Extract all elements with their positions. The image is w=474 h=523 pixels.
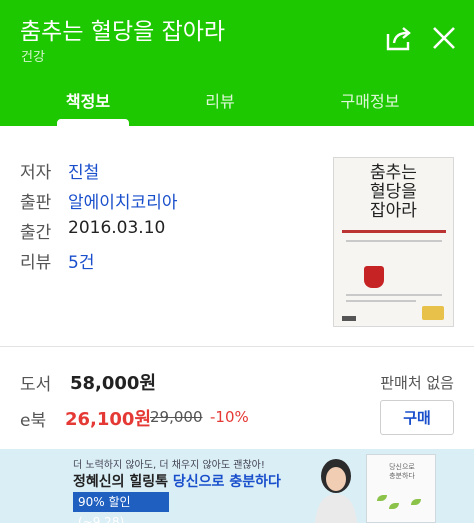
active-tab-indicator [57, 119, 129, 126]
author-link[interactable]: 진철 [68, 158, 99, 183]
banner-discount-badge: 90% 할인(~9.28) [73, 492, 169, 523]
banner-tagline: 더 노력하지 않아도, 더 채우지 않아도 괜찮아! [73, 460, 265, 471]
ebook-discount: -10% [210, 408, 249, 426]
cover-text-line [346, 300, 416, 302]
close-icon[interactable] [428, 22, 460, 54]
buy-button[interactable]: 구매 [380, 400, 454, 435]
leaf-decoration [411, 499, 421, 505]
top-bar: 춤추는 혈당을 잡아라 건강 책정보 리뷰 구매정보 [0, 0, 474, 126]
promo-book-cover: 당신으로 충분하다 [366, 454, 436, 523]
cover-text-line [346, 294, 442, 296]
ebook-price: 26,100원 [65, 409, 152, 430]
review-count-link[interactable]: 5건 [68, 248, 94, 273]
share-icon[interactable] [383, 22, 415, 54]
print-price: 58,000원 [70, 373, 157, 394]
author-photo [315, 459, 357, 523]
promo-book-cover-art: 당신으로 충분하다 [389, 463, 415, 480]
banner-headline-part1: 정혜신의 힐링톡 [73, 474, 173, 490]
banner-headline: 정혜신의 힐링톡 당신으로 충분하다 [73, 471, 281, 491]
category-label: 건강 [21, 50, 45, 65]
section-divider [0, 346, 474, 347]
tab-review[interactable]: 리뷰 [160, 88, 280, 112]
publisher-link[interactable]: 알에이치코리아 [68, 188, 177, 213]
publish-date: 2016.03.10 [68, 218, 166, 238]
book-cover[interactable]: 춤추는 혈당을 잡아라 [333, 157, 454, 327]
print-price-label: 도서 [20, 375, 52, 395]
cover-publisher-mark [342, 316, 356, 321]
page-title: 춤추는 혈당을 잡아라 [20, 19, 226, 45]
promo-banner[interactable]: 더 노력하지 않아도, 더 채우지 않아도 괜찮아! 정혜신의 힐링톡 당신으로… [0, 449, 474, 523]
ebook-price-label: e북 [20, 411, 47, 431]
leaf-decoration [377, 495, 387, 501]
cover-subtitle-bar [342, 230, 446, 233]
ebook-original-price: 29,000 [150, 408, 203, 426]
leaf-decoration [389, 503, 399, 509]
tab-book-info[interactable]: 책정보 [28, 88, 148, 112]
cover-badge [422, 306, 444, 320]
no-seller-text: 판매처 없음 [380, 374, 454, 392]
cover-title: 춤추는 혈당을 잡아라 [370, 163, 417, 221]
banner-headline-part2: 당신으로 충분하다 [172, 474, 281, 490]
tab-purchase-info[interactable]: 구매정보 [310, 88, 430, 112]
cover-cup-illustration [364, 266, 384, 288]
cover-text-line [346, 240, 442, 242]
